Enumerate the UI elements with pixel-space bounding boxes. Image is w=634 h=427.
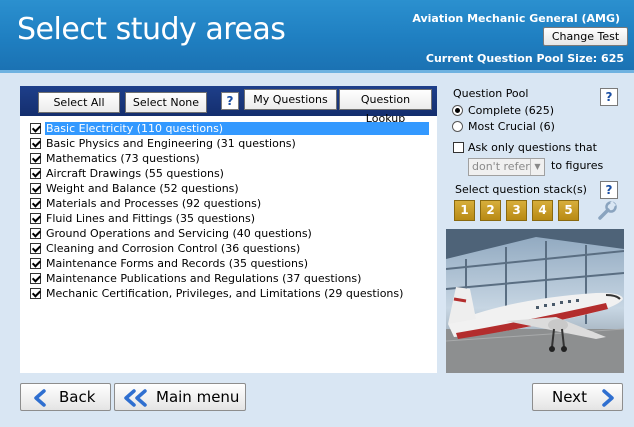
page-title: Select study areas: [17, 12, 286, 47]
my-questions-button[interactable]: My Questions: [244, 89, 337, 110]
topic-item[interactable]: Mechanic Certification, Privileges, and …: [30, 286, 430, 301]
topic-checkbox[interactable]: [30, 138, 41, 149]
next-button[interactable]: Next: [532, 383, 623, 411]
back-button-label: Back: [59, 388, 96, 406]
select-all-button[interactable]: Select All: [38, 92, 120, 113]
topic-item[interactable]: Weight and Balance (52 questions): [30, 181, 430, 196]
stack-help-icon[interactable]: ?: [600, 181, 618, 199]
topic-item[interactable]: Basic Electricity (110 questions): [30, 121, 430, 136]
topic-checkbox[interactable]: [30, 228, 41, 239]
ask-only-checkbox[interactable]: [453, 142, 464, 153]
topic-label: Basic Physics and Engineering (31 questi…: [46, 137, 296, 150]
complete-radio[interactable]: [452, 105, 463, 116]
figures-dropdown[interactable]: don't refer ▼: [468, 158, 545, 176]
question-pool-heading: Question Pool: [453, 87, 529, 100]
wrench-icon[interactable]: [596, 200, 618, 222]
topic-item[interactable]: Ground Operations and Servicing (40 ques…: [30, 226, 430, 241]
topic-label: Mechanic Certification, Privileges, and …: [46, 287, 404, 300]
topic-label: Ground Operations and Servicing (40 ques…: [46, 227, 312, 240]
stack-button-2[interactable]: 2: [480, 200, 501, 221]
topic-list: Basic Electricity (110 questions) Basic …: [30, 121, 430, 301]
figures-dropdown-value: don't refer: [472, 160, 530, 173]
help-icon[interactable]: ?: [221, 92, 239, 110]
question-pool-help-icon[interactable]: ?: [600, 88, 618, 106]
back-button[interactable]: Back: [20, 383, 111, 411]
topic-label: Maintenance Forms and Records (35 questi…: [46, 257, 309, 270]
to-figures-label: to figures: [551, 159, 604, 172]
topic-item[interactable]: Fluid Lines and Fittings (35 questions): [30, 211, 430, 226]
most-crucial-radio-label: Most Crucial (6): [468, 120, 555, 133]
topic-item[interactable]: Mathematics (73 questions): [30, 151, 430, 166]
topic-label: Fluid Lines and Fittings (35 questions): [46, 212, 256, 225]
chevron-down-icon: ▼: [530, 159, 544, 175]
topic-checkbox[interactable]: [30, 258, 41, 269]
main-menu-button[interactable]: Main menu: [114, 383, 246, 411]
select-none-button[interactable]: Select None: [125, 92, 207, 113]
topic-checkbox[interactable]: [30, 198, 41, 209]
stack-button-1[interactable]: 1: [454, 200, 475, 221]
topic-label: Aircraft Drawings (55 questions): [46, 167, 224, 180]
topic-checkbox[interactable]: [30, 288, 41, 299]
topic-checkbox[interactable]: [30, 213, 41, 224]
topic-item[interactable]: Maintenance Forms and Records (35 questi…: [30, 256, 430, 271]
topic-item[interactable]: Materials and Processes (92 questions): [30, 196, 430, 211]
topic-item[interactable]: Aircraft Drawings (55 questions): [30, 166, 430, 181]
test-name: Aviation Mechanic General (AMG): [412, 12, 620, 25]
most-crucial-radio[interactable]: [452, 121, 463, 132]
topic-label: Materials and Processes (92 questions): [46, 197, 262, 210]
next-arrow-icon: [602, 389, 614, 407]
main-menu-button-label: Main menu: [156, 388, 240, 406]
topic-checkbox[interactable]: [30, 273, 41, 284]
topic-label: Cleaning and Corrosion Control (36 quest…: [46, 242, 301, 255]
topic-checkbox[interactable]: [30, 183, 41, 194]
back-arrow-icon: [34, 389, 46, 407]
topic-item[interactable]: Basic Physics and Engineering (31 questi…: [30, 136, 430, 151]
change-test-button[interactable]: Change Test: [543, 27, 628, 46]
topic-label: Basic Electricity (110 questions): [45, 122, 429, 135]
complete-radio-label: Complete (625): [468, 104, 555, 117]
topic-item[interactable]: Cleaning and Corrosion Control (36 quest…: [30, 241, 430, 256]
aircraft-hangar-image: [446, 229, 624, 373]
topic-label: Weight and Balance (52 questions): [46, 182, 239, 195]
next-button-label: Next: [552, 388, 587, 406]
double-back-arrow-icon: [124, 389, 147, 407]
stack-button-3[interactable]: 3: [506, 200, 527, 221]
topic-label: Maintenance Publications and Regulations…: [46, 272, 362, 285]
topic-checkbox[interactable]: [30, 153, 41, 164]
topic-checkbox[interactable]: [30, 168, 41, 179]
topic-item[interactable]: Maintenance Publications and Regulations…: [30, 271, 430, 286]
topic-checkbox[interactable]: [30, 123, 41, 134]
pool-size-label: Current Question Pool Size: 625: [425, 52, 624, 65]
topic-checkbox[interactable]: [30, 243, 41, 254]
stack-button-4[interactable]: 4: [532, 200, 553, 221]
ask-only-label: Ask only questions that: [468, 141, 597, 154]
stack-heading: Select question stack(s): [455, 183, 587, 196]
question-lookup-button[interactable]: Question Lookup: [339, 89, 432, 125]
stack-button-5[interactable]: 5: [558, 200, 579, 221]
topic-label: Mathematics (73 questions): [46, 152, 200, 165]
